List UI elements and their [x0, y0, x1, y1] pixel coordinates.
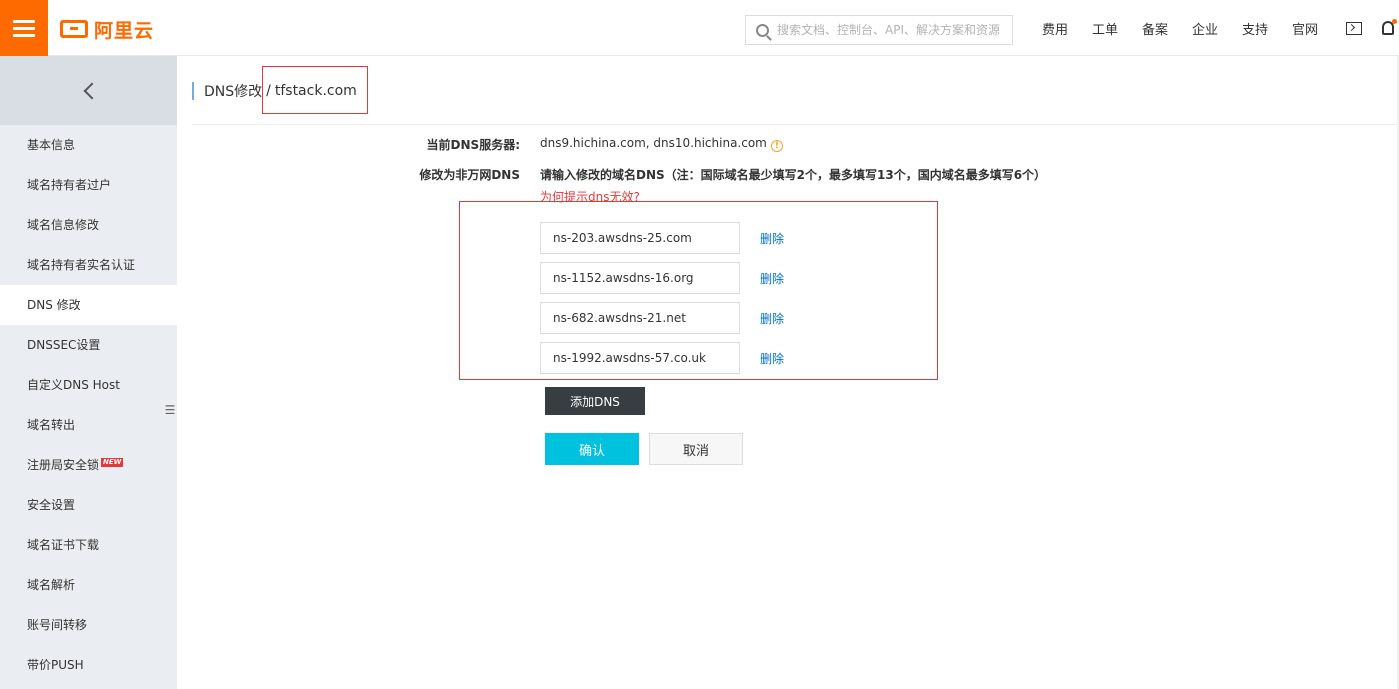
delete-dns-3-link[interactable]: 删除 — [760, 310, 784, 327]
dns-input-1[interactable] — [540, 222, 740, 254]
sidebar-item[interactable]: 自定义DNS Host — [0, 365, 177, 405]
new-badge: NEW — [101, 458, 124, 467]
sidebar-item-label: 域名转出 — [27, 418, 76, 432]
add-dns-button[interactable]: 添加DNS — [545, 387, 645, 415]
sidebar-item[interactable]: 域名证书下载 — [0, 525, 177, 565]
sidebar-item-label: 基本信息 — [27, 138, 76, 152]
delete-dns-4-link[interactable]: 删除 — [760, 350, 784, 367]
top-nav: 费用 工单 备案 企业 支持 官网 — [1030, 0, 1397, 56]
sidebar-item[interactable]: DNSSEC设置 — [0, 325, 177, 365]
sidebar-item-label: 域名持有者过户 — [27, 178, 112, 192]
delete-dns-2-link[interactable]: 删除 — [760, 270, 784, 287]
nav-item-icp[interactable]: 备案 — [1130, 19, 1180, 38]
menu-icon[interactable] — [0, 0, 48, 56]
terminal-icon[interactable] — [1346, 21, 1362, 35]
info-icon[interactable]: ! — [770, 140, 783, 152]
sidebar-item-label: 域名解析 — [27, 578, 76, 592]
top-bar: 阿里云 费用 工单 备案 企业 支持 官网 — [0, 0, 1399, 56]
sidebar-item[interactable]: DNS 修改 — [0, 285, 177, 325]
sidebar-item[interactable]: 域名持有者实名认证 — [0, 245, 177, 285]
search-box[interactable] — [745, 15, 1013, 45]
aliyun-logo-icon — [60, 20, 88, 38]
bell-icon[interactable] — [1382, 19, 1397, 35]
sidebar-item[interactable]: 带价PUSH — [0, 645, 177, 685]
dns-input-3[interactable] — [540, 302, 740, 334]
chevron-left-icon — [83, 82, 100, 99]
nav-item-support[interactable]: 支持 — [1230, 19, 1280, 38]
sidebar-item[interactable]: 域名信息修改 — [0, 205, 177, 245]
sidebar-item[interactable]: 安全设置 — [0, 485, 177, 525]
dns-input-2[interactable] — [540, 262, 740, 294]
nav-item-fees[interactable]: 费用 — [1030, 19, 1080, 38]
current-dns-value: dns9.hichina.com, dns10.hichina.com! — [540, 136, 783, 152]
sidebar-item[interactable]: 域名转出 — [0, 405, 177, 445]
sidebar: 基本信息域名持有者过户 域名信息修改域名持有者实名认证 DNS 修改 DNSSEC设置… — [0, 56, 177, 689]
search-icon — [756, 23, 769, 37]
divider — [192, 124, 1399, 125]
sidebar-collapse-handle[interactable]: ☰ — [163, 390, 177, 430]
search-input[interactable] — [777, 23, 1002, 37]
sidebar-item-label: DNSSEC设置 — [27, 338, 101, 352]
sidebar-item-label: 自定义DNS Host — [27, 378, 120, 392]
sidebar-item[interactable]: 账号间转移 — [0, 605, 177, 645]
sidebar-item-label: 账号间转移 — [27, 618, 88, 632]
delete-dns-1-link[interactable]: 删除 — [760, 230, 784, 247]
current-dns-servers: dns9.hichina.com, dns10.hichina.com — [540, 136, 767, 150]
sidebar-item-label: 域名持有者实名认证 — [27, 258, 136, 272]
confirm-button[interactable]: 确认 — [545, 433, 639, 465]
back-button[interactable] — [0, 56, 177, 125]
title-highlight-box — [262, 66, 368, 114]
nav-item-official-site[interactable]: 官网 — [1280, 19, 1330, 38]
sidebar-item[interactable]: 基本信息 — [0, 125, 177, 165]
sidebar-item-label: 域名证书下载 — [27, 538, 100, 552]
sidebar-item-label: DNS 修改 — [27, 298, 81, 312]
sidebar-item-label: 注册局安全锁 — [27, 458, 100, 472]
sidebar-item-label: 安全设置 — [27, 498, 76, 512]
logo-text: 阿里云 — [94, 19, 155, 42]
sidebar-item[interactable]: 域名解析 — [0, 565, 177, 605]
current-dns-label: 当前DNS服务器: — [426, 138, 520, 152]
sidebar-item-label: 域名信息修改 — [27, 218, 100, 232]
nav-item-tickets[interactable]: 工单 — [1080, 19, 1130, 38]
nav-item-enterprise[interactable]: 企业 — [1180, 19, 1230, 38]
dns-input-4[interactable] — [540, 342, 740, 374]
sidebar-item-label: 带价PUSH — [27, 658, 84, 672]
sidebar-item[interactable]: 注册局安全锁 NEW — [0, 445, 177, 485]
modify-dns-label: 修改为非万网DNS — [419, 168, 520, 182]
aliyun-logo[interactable]: 阿里云 — [60, 17, 155, 42]
modify-dns-hint: 请输入修改的域名DNS（注：国际域名最少填写2个，最多填写13个，国内域名最多填… — [540, 168, 1047, 182]
breadcrumb-parent[interactable]: DNS修改 — [204, 81, 262, 101]
cancel-button[interactable]: 取消 — [649, 433, 743, 465]
sidebar-item[interactable]: 域名持有者过户 — [0, 165, 177, 205]
collapse-icon: ☰ — [164, 403, 176, 417]
